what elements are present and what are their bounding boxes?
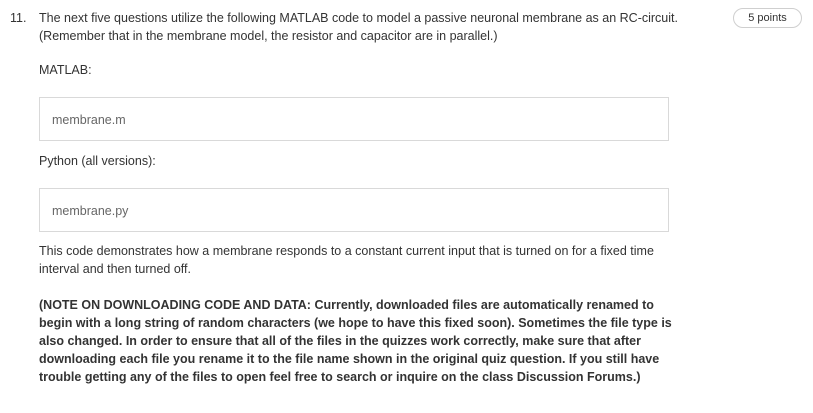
matlab-label: MATLAB: xyxy=(39,63,92,77)
code-description: This code demonstrates how a membrane re… xyxy=(39,244,654,276)
python-file-link[interactable]: membrane.py xyxy=(52,202,128,220)
matlab-file-link[interactable]: membrane.m xyxy=(52,111,126,129)
points-badge: 5 points xyxy=(733,8,802,28)
matlab-file-box: membrane.m xyxy=(39,97,669,141)
question-number: 11. xyxy=(10,11,27,25)
question-prompt: The next five questions utilize the foll… xyxy=(39,11,678,43)
python-file-box: membrane.py xyxy=(39,188,669,232)
python-label: Python (all versions): xyxy=(39,154,156,168)
download-note: (NOTE ON DOWNLOADING CODE AND DATA: Curr… xyxy=(39,298,672,384)
